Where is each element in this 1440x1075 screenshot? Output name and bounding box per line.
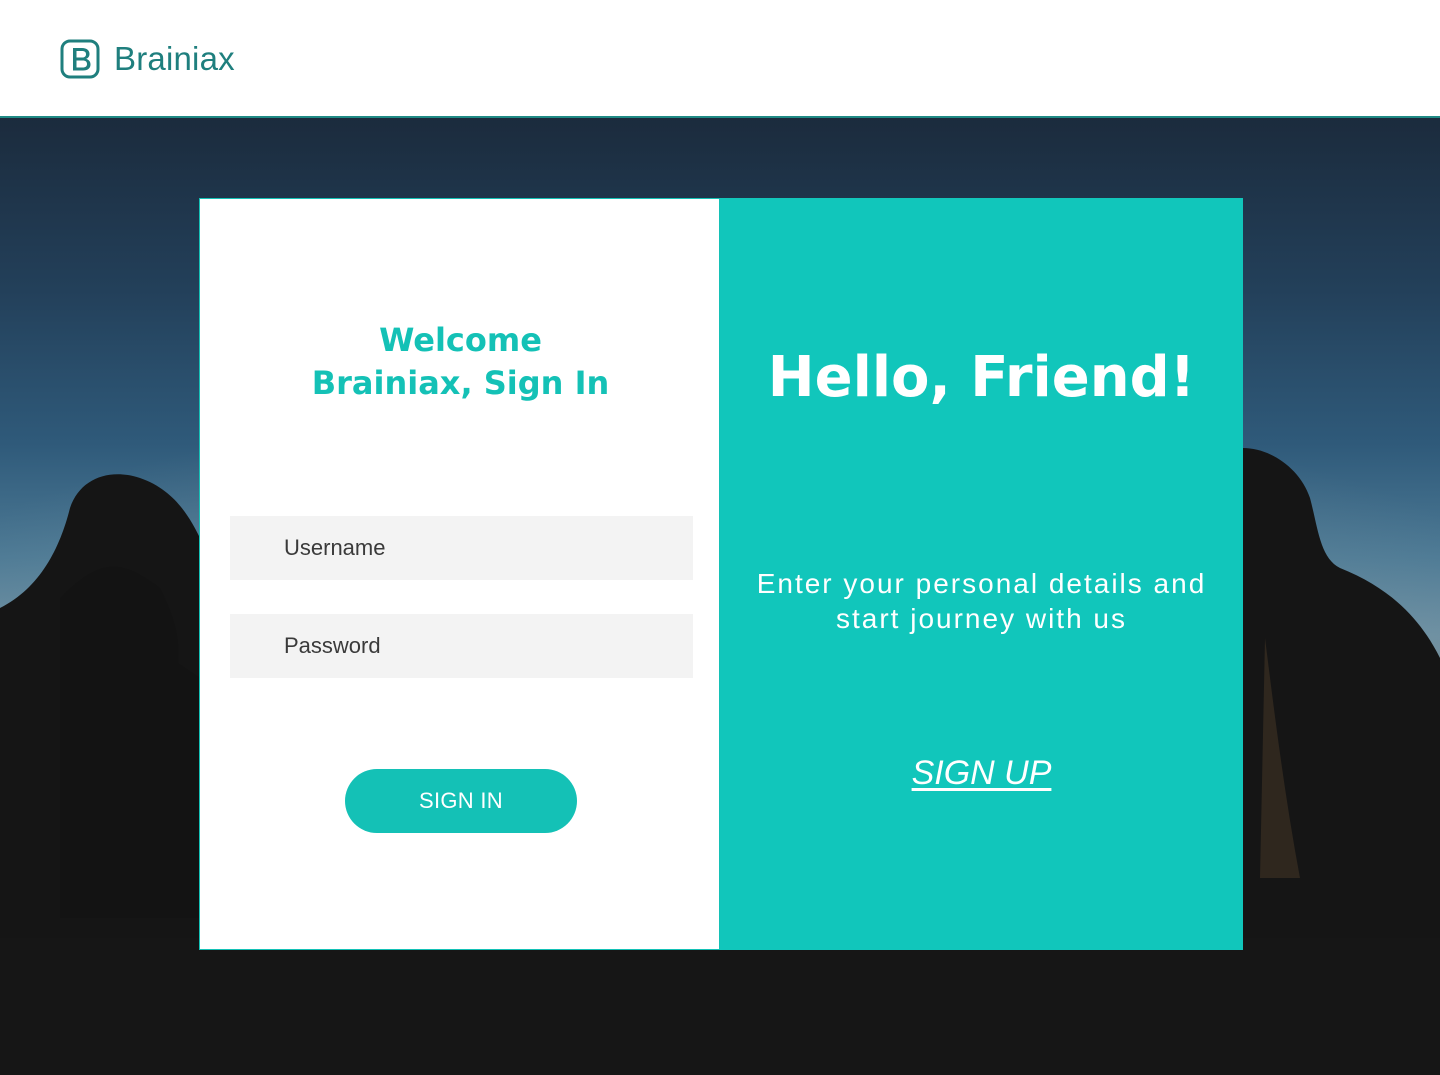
sign-up-heading: Hello, Friend! [767,345,1196,410]
sign-up-description-line1: Enter your personal details and [756,568,1207,599]
auth-card: Welcome Brainiax, Sign In SIGN IN Hello,… [199,198,1243,950]
login-page: Brainiax Welcome Brainiax, Sign In Usern… [0,0,1440,1075]
brand-name: Brainiax [114,40,235,77]
letter-b-rounded-square-icon [60,39,100,79]
sign-in-panel: Welcome Brainiax, Sign In SIGN IN [199,198,720,950]
sign-in-heading: Welcome Brainiax, Sign In [200,319,721,405]
sign-in-button[interactable]: SIGN IN [345,769,577,833]
top-header: Brainiax [0,0,1440,118]
sign-up-description-line2: start journey with us [836,603,1127,634]
password-input[interactable] [230,614,693,678]
sign-up-panel: Hello, Friend! Enter your personal detai… [720,198,1243,950]
sign-up-description: Enter your personal details and start jo… [720,566,1243,636]
sign-in-heading-line1: Welcome [379,321,542,359]
sign-up-link[interactable]: SIGN UP [720,754,1243,793]
brand-logo-link[interactable]: Brainiax [60,39,235,79]
username-input[interactable] [230,516,693,580]
sign-in-heading-line2: Brainiax, Sign In [311,364,610,402]
